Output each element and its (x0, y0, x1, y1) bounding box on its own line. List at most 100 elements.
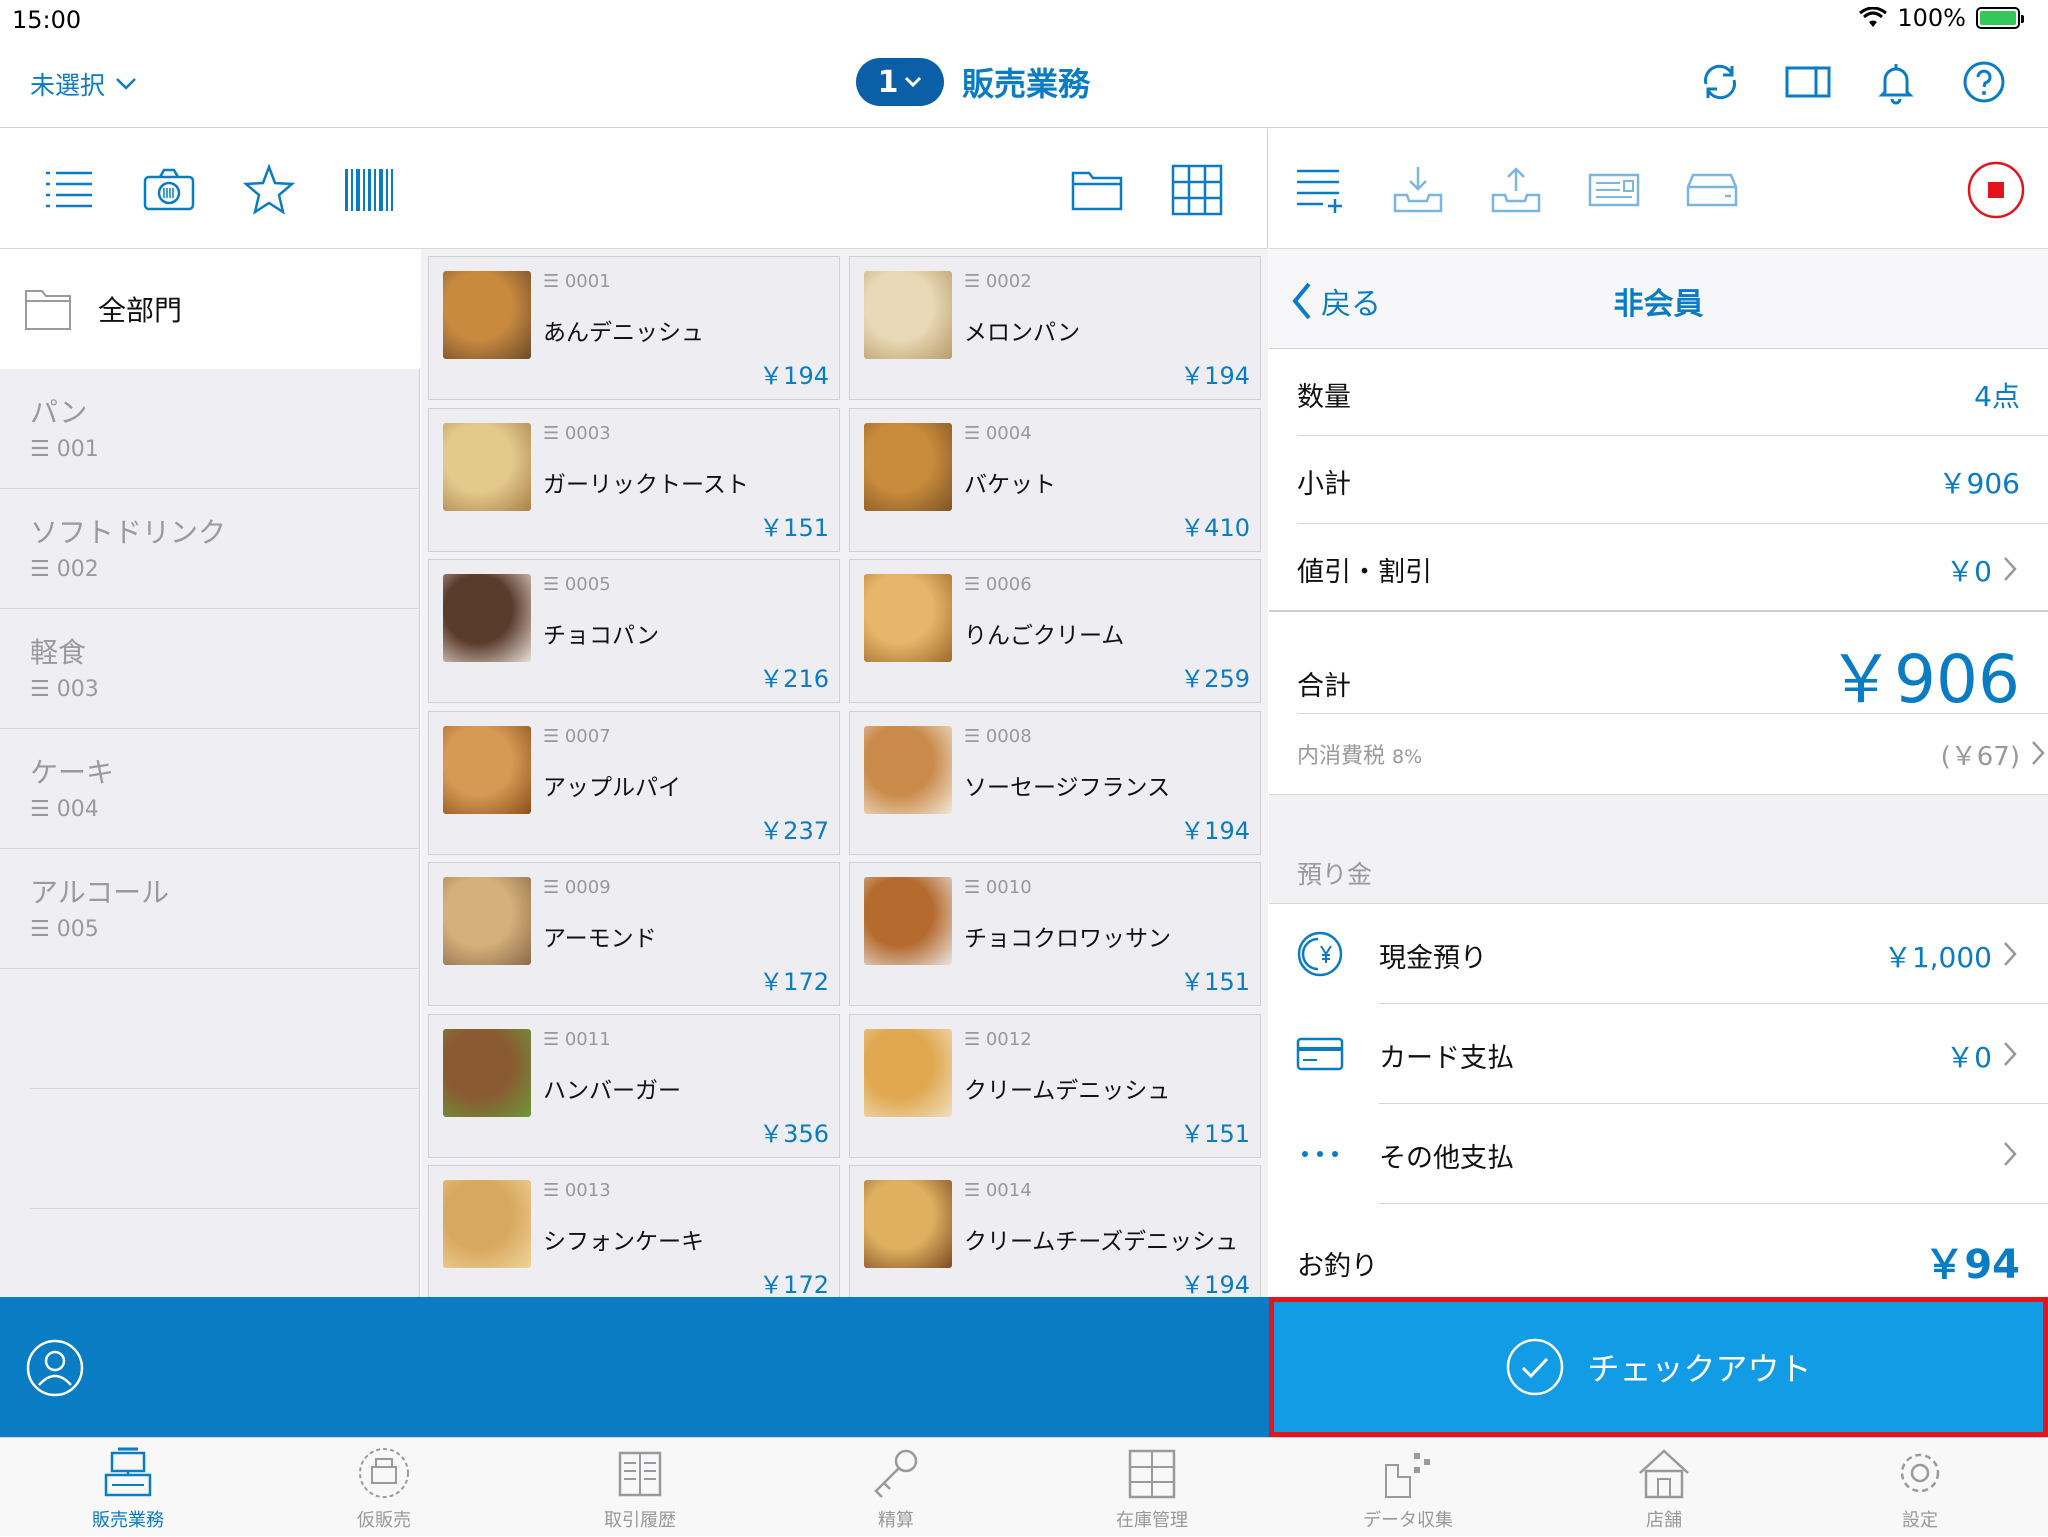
other-label: その他支払 (1379, 1143, 1514, 1174)
product-card[interactable]: ☰ 0013 シフォンケーキ ￥172 (428, 1165, 840, 1297)
category-item[interactable]: ソフトドリンク ☰ 002 (0, 489, 420, 609)
product-code: ☰ 0005 (543, 574, 611, 595)
split-view-icon[interactable] (1784, 58, 1832, 106)
checkmark-circle-icon (1507, 1338, 1564, 1396)
product-card[interactable]: ☰ 0008 ソーセージフランス ￥194 (849, 710, 1261, 855)
product-toolbar (0, 129, 1268, 249)
status-indicators: 100% (1859, 4, 2024, 32)
product-code: ☰ 0001 (543, 271, 611, 292)
bell-icon[interactable] (1872, 58, 1920, 106)
drawer-icon[interactable] (1685, 163, 1739, 217)
product-price: ￥194 (1180, 1271, 1250, 1297)
product-card[interactable]: ☰ 0014 クリームチーズデニッシュ ￥194 (849, 1165, 1261, 1297)
discount-row[interactable]: 値引・割引 ￥0 (1269, 524, 2048, 612)
inventory-icon (1128, 1449, 1176, 1499)
grid-view-icon[interactable] (1170, 163, 1224, 217)
customer-icon[interactable] (26, 1339, 84, 1397)
cart-toolbar (1269, 129, 2048, 249)
checkout-button[interactable]: チェックアウト (1269, 1297, 2048, 1437)
tab-temp-sale[interactable]: 仮販売 (256, 1438, 512, 1537)
product-image (864, 1028, 952, 1117)
nav-bar: 未選択 1 販売業務 (0, 40, 2048, 128)
card-payment-row[interactable]: カード支払 ￥0 (1379, 1004, 2048, 1104)
product-image (864, 1180, 952, 1268)
member-label[interactable]: 非会員 (1269, 279, 2048, 323)
product-card[interactable]: ☰ 0007 アップルパイ ￥237 (428, 710, 840, 855)
product-image (443, 271, 531, 359)
category-item[interactable]: アルコール ☰ 005 (0, 849, 420, 969)
product-card[interactable]: ☰ 0006 りんごクリーム ￥259 (849, 559, 1261, 703)
product-card[interactable]: ☰ 0010 チョコクロワッサン ￥151 (849, 862, 1261, 1006)
help-icon[interactable] (1960, 58, 2008, 106)
page-title-group: 1 販売業務 (856, 58, 1090, 106)
quantity-value: 4点 (1974, 380, 2020, 413)
product-card[interactable]: ☰ 0012 クリームデニッシュ ￥151 (849, 1013, 1261, 1158)
product-name: メロンパン (964, 320, 1081, 346)
tab-key[interactable]: 精算 (768, 1438, 1024, 1537)
cash-deposit-row[interactable]: 現金預り ￥1,000 (1379, 904, 2048, 1004)
tab-bar: 販売業務 仮販売 取引履歴 精算 在庫管理 データ収集 店舗 設定 (0, 1437, 2048, 1536)
data-collect-icon (1385, 1453, 1430, 1498)
product-code: ☰ 0003 (543, 422, 611, 444)
deposit-section-header: 預り金 (1269, 794, 2048, 904)
tab-label: 販売業務 (92, 1510, 164, 1531)
product-name: あんデニッシュ (543, 320, 704, 346)
product-card[interactable]: ☰ 0004 バケット ￥410 (849, 407, 1261, 552)
product-price: ￥194 (1180, 816, 1250, 845)
tax-row[interactable]: 内消費税 8% (￥67) (1297, 714, 2048, 794)
product-name: クリームチーズデニッシュ (964, 1229, 1239, 1255)
folder-icon[interactable] (1070, 163, 1124, 217)
subtotal-row: 小計 ￥906 (1297, 436, 2048, 524)
product-image (443, 725, 531, 814)
product-card[interactable]: ☰ 0003 ガーリックトースト ￥151 (428, 407, 840, 552)
product-card[interactable]: ☰ 0005 チョコパン ￥216 (428, 559, 840, 703)
camera-icon[interactable] (142, 163, 196, 217)
category-item[interactable]: 軽食 ☰ 003 (0, 609, 420, 729)
category-item[interactable]: パン ☰ 001 (0, 369, 420, 489)
tray-in-icon[interactable] (1391, 163, 1445, 217)
tab-settings[interactable]: 設定 (1792, 1438, 2048, 1537)
tab-register[interactable]: 販売業務 (0, 1438, 256, 1537)
tab-store[interactable]: 店舗 (1536, 1438, 1792, 1537)
tray-out-icon[interactable] (1489, 163, 1543, 217)
register-selector[interactable]: 1 (856, 58, 944, 106)
back-label: 戻る (1321, 287, 1381, 322)
product-name: チョコクロワッサン (964, 926, 1171, 952)
product-card[interactable]: ☰ 0011 ハンバーガー ￥356 (428, 1013, 840, 1158)
add-line-icon[interactable] (1293, 163, 1347, 217)
tab-data-collect[interactable]: データ収集 (1280, 1438, 1536, 1537)
subtotal-value: ￥906 (1938, 467, 2020, 500)
category-name: ケーキ (30, 756, 115, 789)
product-card[interactable]: ☰ 0001 あんデニッシュ ￥194 (428, 256, 840, 400)
category-item[interactable]: ケーキ ☰ 004 (0, 729, 420, 849)
stop-record-icon[interactable] (1967, 161, 2025, 219)
tab-history[interactable]: 取引履歴 (512, 1438, 768, 1537)
product-code: ☰ 0014 (964, 1180, 1032, 1201)
product-code: ☰ 0004 (964, 422, 1032, 444)
category-name: パン (30, 396, 88, 429)
receipt-printer-icon[interactable] (1587, 163, 1641, 217)
product-card[interactable]: ☰ 0009 アーモンド ￥172 (428, 862, 840, 1006)
barcode-icon[interactable] (342, 163, 396, 217)
favorite-star-icon[interactable] (242, 163, 296, 217)
discount-label: 値引・割引 (1297, 557, 1432, 588)
product-card[interactable]: ☰ 0002 メロンパン ￥194 (849, 256, 1261, 400)
product-price: ￥172 (759, 968, 829, 996)
product-image (864, 271, 952, 359)
register-number: 1 (877, 64, 899, 100)
store-selector[interactable]: 未選択 (30, 66, 137, 102)
category-name: アルコール (30, 876, 170, 909)
product-price: ￥237 (759, 816, 829, 845)
tab-inventory[interactable]: 在庫管理 (1024, 1438, 1280, 1537)
back-button[interactable]: 戻る (1291, 279, 1381, 323)
product-name: クリームデニッシュ (964, 1077, 1171, 1104)
product-price: ￥356 (759, 1119, 829, 1148)
sync-icon[interactable] (1696, 58, 1744, 106)
product-price: ￥410 (1180, 513, 1250, 542)
list-icon[interactable] (42, 163, 96, 217)
other-payment-row[interactable]: その他支払 (1379, 1104, 2048, 1204)
tab-label: 在庫管理 (1116, 1510, 1188, 1531)
product-image (864, 877, 952, 965)
category-code: ☰ 002 (30, 557, 99, 582)
category-all[interactable]: 全部門 (0, 249, 420, 369)
